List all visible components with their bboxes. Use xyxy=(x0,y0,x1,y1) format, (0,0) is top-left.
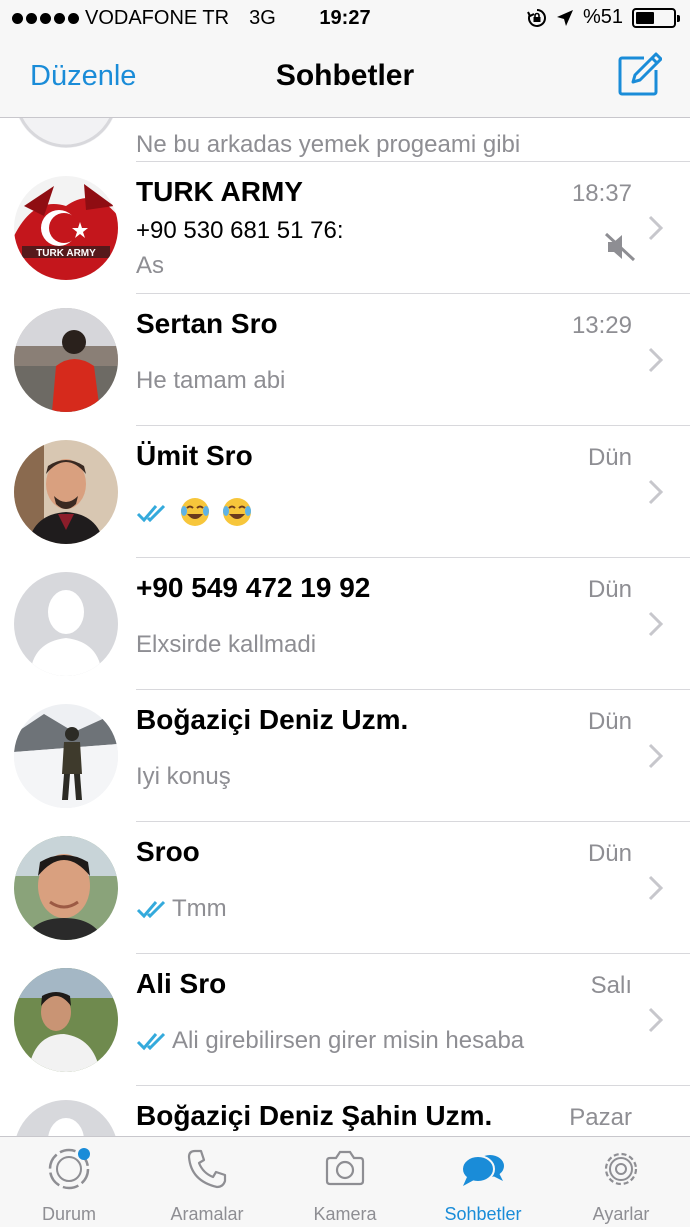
battery-level xyxy=(636,11,655,24)
chat-time: Dün xyxy=(587,576,632,603)
tab-calls[interactable]: Aramalar xyxy=(138,1137,276,1227)
read-ticks-icon xyxy=(136,1032,166,1051)
location-icon xyxy=(556,9,573,26)
chat-row[interactable]: Sertan Sro 13:29 He tamam abi xyxy=(0,294,690,426)
tab-label: Aramalar xyxy=(170,1204,244,1224)
chat-message-text: Tmm xyxy=(172,895,227,922)
chat-message: He tamam abi xyxy=(136,367,286,394)
chats-icon xyxy=(461,1155,504,1186)
chat-time: 13:29 xyxy=(571,312,632,339)
avatar xyxy=(14,308,118,412)
chat-message: Ne bu arkadas yemek progeami gibi xyxy=(136,131,521,158)
default-avatar-icon xyxy=(14,572,118,676)
avatar xyxy=(14,968,118,1072)
muted-icon xyxy=(604,232,636,262)
chevron-right-icon xyxy=(648,347,664,373)
chat-sender: +90 530 681 51 76: xyxy=(136,217,344,244)
chat-time: Pazar xyxy=(569,1104,632,1131)
joy-emoji-icon xyxy=(223,498,252,526)
joy-emoji-icon xyxy=(180,498,209,526)
chat-list: Ne bu arkadas yemek progeami gibi TURK A… xyxy=(0,118,690,1136)
read-ticks-icon xyxy=(136,504,166,523)
page-title: Sohbetler xyxy=(275,59,415,92)
rotation-lock-icon xyxy=(527,8,546,27)
chat-message: Ali girebilirsen girer misin hesaba xyxy=(136,1027,524,1055)
tab-label: Ayarlar xyxy=(592,1204,650,1224)
compose-icon[interactable] xyxy=(616,52,662,98)
chat-row[interactable]: Ümit Sro Dün xyxy=(0,426,690,558)
chat-name: TURK ARMY xyxy=(136,176,303,207)
chevron-right-icon xyxy=(648,611,664,637)
battery-percent: %51 xyxy=(582,6,623,28)
chat-row[interactable]: Boğaziçi Deniz Şahin Uzm. Pazar xyxy=(0,1086,690,1136)
status-right: %51 xyxy=(527,6,680,29)
gear-icon xyxy=(604,1152,638,1186)
chat-name: Boğaziçi Deniz Uzm. xyxy=(136,704,409,735)
tab-label: Kamera xyxy=(313,1204,377,1224)
chat-name: Ali Sro xyxy=(136,968,227,999)
chevron-right-icon xyxy=(648,875,664,901)
avatar xyxy=(14,118,118,148)
avatar xyxy=(14,1100,118,1136)
chat-name: Sroo xyxy=(136,836,200,867)
chat-time: Dün xyxy=(587,708,632,735)
tab-bar: Durum Aramalar Kamera Sohbetler Ayarlar xyxy=(0,1136,690,1227)
chat-row[interactable]: Boğaziçi Deniz Uzm. Dün Iyi konuş xyxy=(0,690,690,822)
chat-row[interactable]: TURK ARMY TURK ARMY 18:37 +90 530 681 51… xyxy=(0,162,690,294)
phone-icon xyxy=(187,1149,227,1189)
nav-bar: Düzenle Sohbetler xyxy=(0,40,690,118)
chat-time: 18:37 xyxy=(571,180,632,207)
status-bar: VODAFONE TR 3G 19:27 %51 xyxy=(0,0,690,40)
avatar xyxy=(14,836,118,940)
chevron-right-icon xyxy=(648,215,664,241)
avatar xyxy=(14,704,118,808)
chevron-right-icon xyxy=(648,1007,664,1033)
chat-row[interactable]: Ne bu arkadas yemek progeami gibi xyxy=(0,118,690,162)
avatar: TURK ARMY xyxy=(14,176,118,280)
chat-name: Sertan Sro xyxy=(136,308,278,339)
tab-label: Sohbetler xyxy=(444,1204,522,1224)
chat-time: Dün xyxy=(587,444,632,471)
chat-name: +90 549 472 19 92 xyxy=(136,572,371,603)
avatar xyxy=(14,572,118,676)
chevron-right-icon xyxy=(648,479,664,505)
read-ticks-icon xyxy=(136,900,166,919)
svg-text:TURK ARMY: TURK ARMY xyxy=(36,248,96,259)
chat-name: Boğaziçi Deniz Şahin Uzm. xyxy=(136,1100,493,1131)
status-icon xyxy=(48,1148,90,1190)
tab-status[interactable]: Durum xyxy=(0,1137,138,1227)
chat-row[interactable]: Sroo Dün Tmm xyxy=(0,822,690,954)
chat-message: Elxsirde kallmadi xyxy=(136,631,317,658)
chat-message xyxy=(136,496,257,528)
tab-camera[interactable]: Kamera xyxy=(276,1137,414,1227)
avatar xyxy=(14,440,118,544)
chat-message: As xyxy=(136,252,165,279)
chat-name: Ümit Sro xyxy=(136,440,253,471)
tab-label: Durum xyxy=(41,1204,96,1224)
camera-icon xyxy=(325,1150,365,1186)
chat-row[interactable]: Ali Sro Salı Ali girebilirsen girer misi… xyxy=(0,954,690,1086)
chat-time: Salı xyxy=(590,972,632,999)
tab-chats[interactable]: Sohbetler xyxy=(414,1137,552,1227)
chat-message: Tmm xyxy=(136,895,227,923)
chat-message: Iyi konuş xyxy=(136,763,231,790)
chat-time: Dün xyxy=(587,840,632,867)
chat-message-text: Ali girebilirsen girer misin hesaba xyxy=(172,1027,525,1054)
tab-settings[interactable]: Ayarlar xyxy=(552,1137,690,1227)
battery-icon xyxy=(632,7,680,28)
chat-row[interactable]: +90 549 472 19 92 Dün Elxsirde kallmadi xyxy=(0,558,690,690)
chevron-right-icon xyxy=(648,743,664,769)
